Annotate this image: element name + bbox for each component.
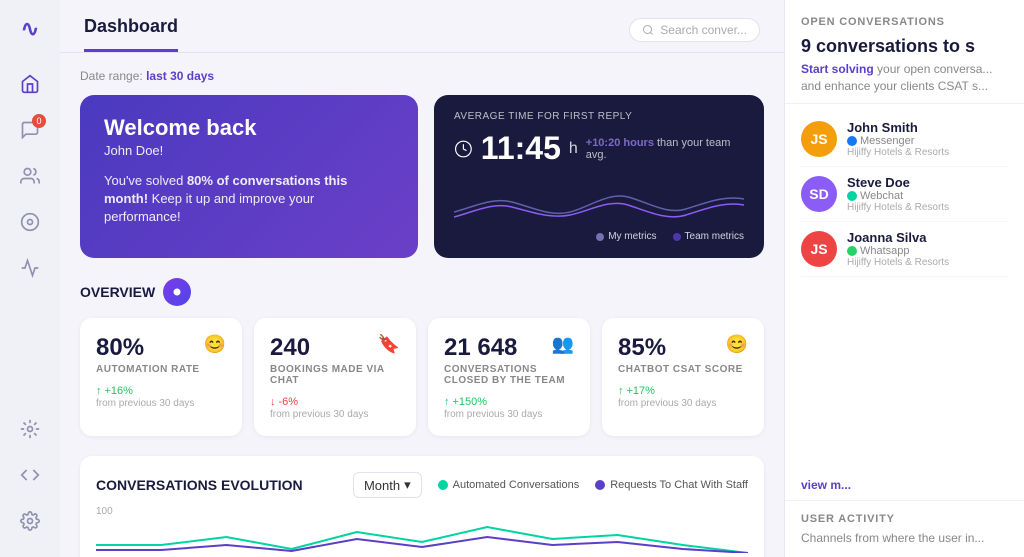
main-content: Dashboard Search conver... Date range: l…: [60, 0, 784, 557]
conv-item-joanna-silva[interactable]: JS Joanna Silva Whatsapp Hijiffy Hotels …: [801, 222, 1008, 277]
overview-section-title: OVERVIEW: [80, 278, 764, 306]
legend-my-metrics: My metrics: [596, 231, 656, 242]
sidebar-item-home[interactable]: [10, 64, 50, 104]
view-more-link[interactable]: view m...: [785, 478, 1024, 500]
avatar-john-smith: JS: [801, 121, 837, 157]
automated-dot: [438, 480, 448, 490]
webchat-icon: [847, 191, 857, 201]
time-unit: h: [569, 140, 578, 158]
conversations-from: from previous 30 days: [444, 409, 574, 420]
legend-requests: Requests To Chat With Staff: [595, 479, 748, 491]
team-metrics-dot: [673, 233, 681, 241]
chart-y-label: 100: [96, 506, 748, 517]
sidebar-item-code[interactable]: [10, 455, 50, 495]
whatsapp-icon: [847, 246, 857, 256]
sidebar-item-analytics[interactable]: [10, 202, 50, 242]
automation-rate-label: AUTOMATION RATE: [96, 364, 226, 375]
open-conv-desc: Start solving your open conversa... and …: [801, 61, 1008, 95]
bookings-icon: 🔖: [378, 334, 400, 355]
bookings-label: BOOKINGS MADE VIA CHAT: [270, 364, 400, 386]
overview-icon: [163, 278, 191, 306]
csat-icon: 😊: [726, 334, 748, 355]
conversations-icon: 👥: [552, 334, 574, 355]
conv-info-steve-doe: Steve Doe Webchat Hijiffy Hotels & Resor…: [847, 175, 949, 213]
evol-chart: [96, 517, 748, 553]
clock-icon: [454, 139, 473, 159]
top-cards: Welcome back John Doe! You've solved 80%…: [80, 95, 764, 258]
welcome-heading: Welcome back: [104, 115, 394, 141]
content-area: Date range: last 30 days Welcome back Jo…: [60, 53, 784, 557]
conv-item-john-smith[interactable]: JS John Smith Messenger Hijiffy Hotels &…: [801, 112, 1008, 167]
time-diff: +10:20 hours than your team avg.: [586, 137, 744, 161]
conv-info-john-smith: John Smith Messenger Hijiffy Hotels & Re…: [847, 120, 949, 158]
evol-controls: Month ▾ Automated Conversations Requests…: [353, 472, 748, 498]
date-range: Date range: last 30 days: [80, 69, 764, 83]
user-activity-desc: Channels from where the user in...: [801, 531, 1008, 545]
user-activity-title: USER ACTIVITY: [801, 513, 1008, 525]
icon-bar: ∿ 0: [0, 0, 60, 557]
csat-label: CHATBOT CSAT SCORE: [618, 364, 748, 375]
avatar-joanna-silva: JS: [801, 231, 837, 267]
metrics-legend: My metrics Team metrics: [454, 231, 744, 242]
time-value: 11:45 h +10:20 hours than your team avg.: [454, 130, 744, 167]
card-conversations-closed: 👥 21 648 Conversations closed by the tea…: [428, 318, 590, 436]
evol-title: CONVERSATIONS EVOLUTION: [96, 477, 303, 493]
avatar-steve-doe: SD: [801, 176, 837, 212]
sidebar-item-integrations[interactable]: [10, 409, 50, 449]
month-dropdown[interactable]: Month ▾: [353, 472, 422, 498]
conversations-change: ↑+150%: [444, 396, 574, 408]
evol-header: CONVERSATIONS EVOLUTION Month ▾ Automate…: [96, 472, 748, 498]
bookings-change: ↓-6%: [270, 396, 400, 408]
automation-rate-from: from previous 30 days: [96, 398, 226, 409]
wave-chart: [454, 177, 744, 227]
open-conv-section-title: OPEN CONVERSATIONS: [801, 16, 1008, 28]
header: Dashboard Search conver...: [60, 0, 784, 53]
welcome-user: John Doe!: [104, 143, 394, 158]
right-panel-header: OPEN CONVERSATIONS 9 conversations to s …: [785, 0, 1024, 104]
metrics-card: AVERAGE TIME FOR FIRST REPLY 11:45 h +10…: [434, 95, 764, 258]
card-automation-rate: 😊 80% AUTOMATION RATE ↑+16% from previou…: [80, 318, 242, 436]
legend-automated: Automated Conversations: [438, 479, 580, 491]
page-title: Dashboard: [84, 16, 178, 52]
sidebar-item-broadcast[interactable]: [10, 248, 50, 288]
welcome-message: You've solved 80% of conversations this …: [104, 172, 394, 227]
card-bookings: 🔖 240 BOOKINGS MADE VIA CHAT ↓-6% from p…: [254, 318, 416, 436]
time-number: 11:45: [481, 130, 561, 167]
app-logo: ∿: [21, 16, 39, 42]
conversations-evolution-section: CONVERSATIONS EVOLUTION Month ▾ Automate…: [80, 456, 764, 557]
user-activity-section: USER ACTIVITY Channels from where the us…: [785, 500, 1024, 557]
card-csat: 😊 85% CHATBOT CSAT SCORE ↑+17% from prev…: [602, 318, 764, 436]
conversation-list: JS John Smith Messenger Hijiffy Hotels &…: [785, 104, 1024, 478]
conv-info-joanna-silva: Joanna Silva Whatsapp Hijiffy Hotels & R…: [847, 230, 949, 268]
chat-badge: 0: [32, 114, 46, 128]
my-metrics-dot: [596, 233, 604, 241]
conversations-label: Conversations closed by the team: [444, 364, 574, 386]
welcome-card: Welcome back John Doe! You've solved 80%…: [80, 95, 418, 258]
sidebar-item-contacts[interactable]: [10, 156, 50, 196]
messenger-icon: [847, 136, 857, 146]
metrics-label: AVERAGE TIME FOR FIRST REPLY: [454, 111, 744, 122]
legend-team-metrics: Team metrics: [673, 231, 744, 242]
bookings-from: from previous 30 days: [270, 409, 400, 420]
automation-rate-change: ↑+16%: [96, 385, 226, 397]
conv-item-steve-doe[interactable]: SD Steve Doe Webchat Hijiffy Hotels & Re…: [801, 167, 1008, 222]
automation-rate-icon: 😊: [204, 334, 226, 355]
csat-from: from previous 30 days: [618, 398, 748, 409]
chevron-down-icon: ▾: [404, 477, 411, 493]
right-panel: OPEN CONVERSATIONS 9 conversations to s …: [784, 0, 1024, 557]
sidebar-item-chat[interactable]: 0: [10, 110, 50, 150]
overview-cards: 😊 80% AUTOMATION RATE ↑+16% from previou…: [80, 318, 764, 436]
search-icon: [642, 24, 654, 36]
search-bar[interactable]: Search conver...: [629, 18, 760, 42]
open-conv-count: 9 conversations to s: [801, 36, 1008, 57]
sidebar-item-settings[interactable]: [10, 501, 50, 541]
evol-legend: Automated Conversations Requests To Chat…: [438, 479, 748, 491]
search-placeholder: Search conver...: [660, 23, 747, 37]
requests-dot: [595, 480, 605, 490]
csat-change: ↑+17%: [618, 385, 748, 397]
